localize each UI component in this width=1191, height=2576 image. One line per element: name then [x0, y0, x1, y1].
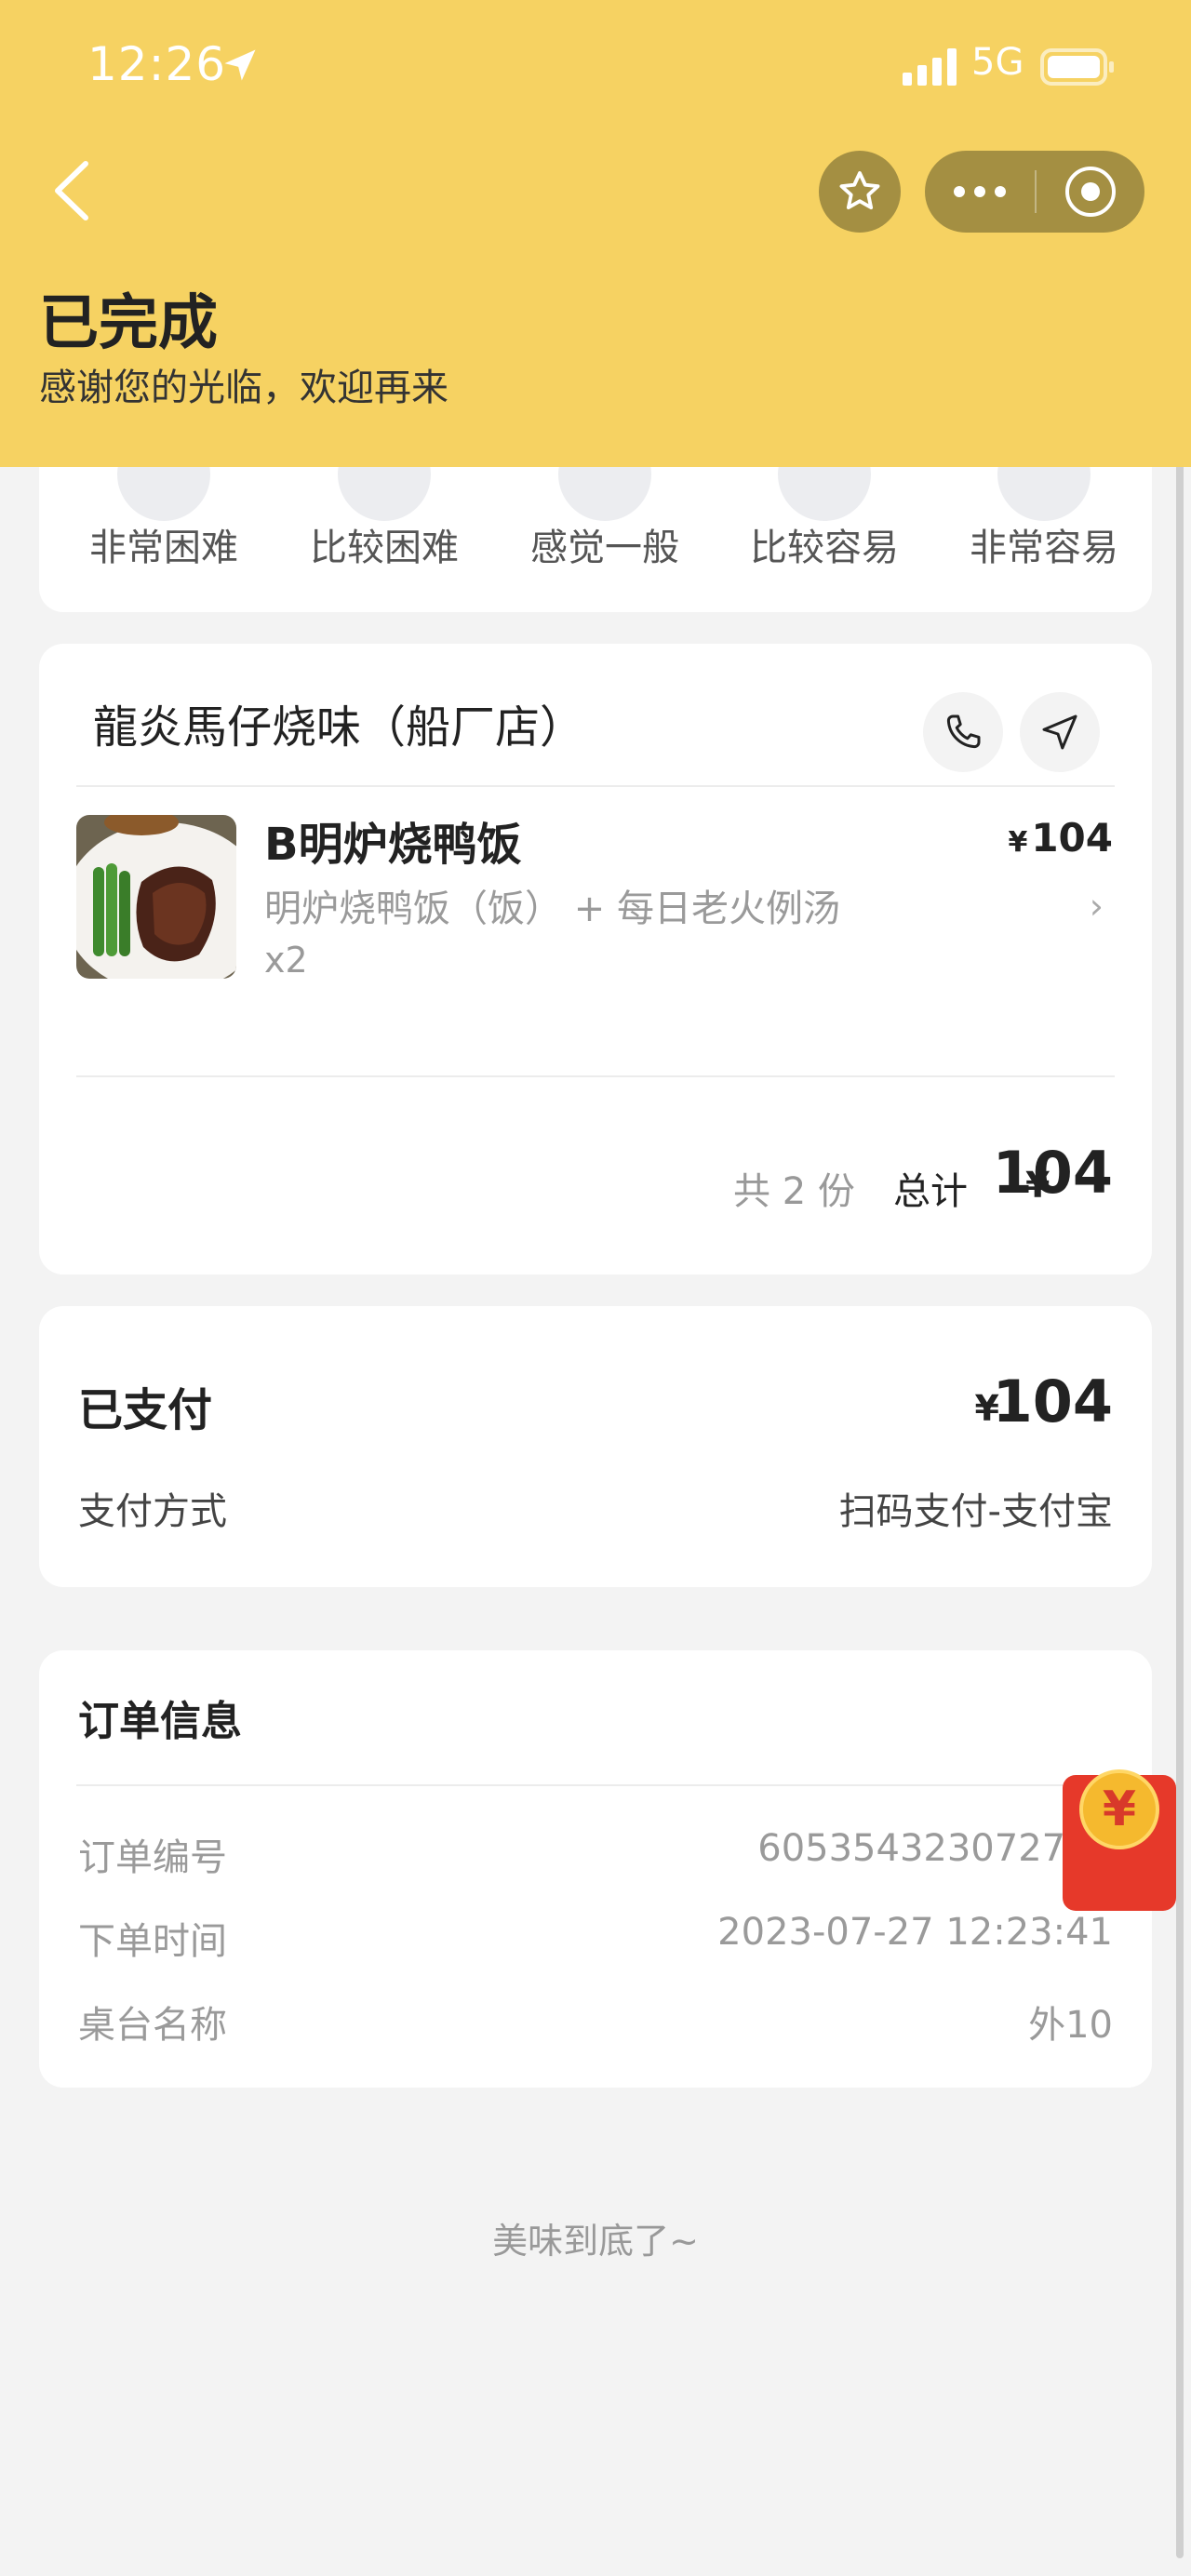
- red-packet-button[interactable]: ¥: [1063, 1769, 1176, 1911]
- order-time-value: 2023-07-27 12:23:41: [717, 1911, 1113, 1954]
- order-time-label: 下单时间: [78, 1920, 227, 1963]
- paid-label: 已支付: [78, 1384, 213, 1436]
- call-store-button[interactable]: [923, 692, 1003, 772]
- order-status-title: 已完成: [39, 289, 218, 358]
- dish-price: ¥104: [1008, 815, 1113, 861]
- currency-symbol: ¥: [1008, 826, 1028, 859]
- dish-price-value: 104: [1031, 815, 1113, 861]
- payment-card: 已支付 ¥ 104 支付方式 扫码支付-支付宝: [39, 1306, 1152, 1587]
- close-mini-program-button[interactable]: [1037, 151, 1144, 233]
- rating-label: 比较困难: [310, 527, 459, 569]
- signal-icon: [903, 48, 957, 86]
- order-info-title: 订单信息: [78, 1698, 242, 1745]
- divider: [76, 1784, 1115, 1786]
- total-amount: 104: [992, 1139, 1113, 1207]
- table-name-value: 外10: [1028, 2004, 1113, 2047]
- more-dots-icon: [954, 186, 1006, 197]
- order-number-label: 订单编号: [78, 1836, 227, 1879]
- rating-label: 比较容易: [750, 527, 899, 569]
- navigate-store-button[interactable]: [1020, 692, 1100, 772]
- yuan-coin-icon: ¥: [1079, 1769, 1159, 1849]
- payment-method-value: 扫码支付-支付宝: [838, 1490, 1113, 1533]
- divider: [76, 785, 1115, 787]
- dish-image: [76, 815, 236, 979]
- paid-amount: 104: [992, 1368, 1113, 1435]
- mini-program-capsule: [925, 151, 1144, 233]
- target-icon: [1065, 167, 1116, 217]
- status-time: 12:26: [87, 37, 227, 91]
- end-of-list-note: 美味到底了~: [492, 2221, 699, 2262]
- scrollbar[interactable]: [1176, 437, 1184, 2558]
- chevron-right-icon[interactable]: ›: [1090, 886, 1104, 927]
- rating-label: 非常困难: [89, 527, 238, 569]
- order-status-subtitle: 感谢您的光临，欢迎再来: [39, 367, 448, 409]
- phone-icon: [946, 714, 981, 749]
- dish-quantity: x2: [264, 940, 308, 981]
- rating-label: 非常容易: [970, 527, 1118, 569]
- store-name[interactable]: 龍炎馬仔烧味（船厂店）: [93, 690, 584, 755]
- dish-name: B明炉烧鸭饭: [264, 819, 522, 871]
- location-arrow-icon: [224, 49, 256, 81]
- payment-method-label: 支付方式: [78, 1490, 227, 1533]
- page-header: 12:26 5G 已完成 感谢您的光临，欢迎再来: [0, 0, 1191, 467]
- navigation-icon: [1042, 714, 1077, 750]
- more-button[interactable]: [925, 151, 1035, 233]
- order-number-value[interactable]: 605354323072700: [757, 1827, 1113, 1870]
- dish-options: 明炉烧鸭饭（饭） + 每日老火例汤: [264, 888, 840, 930]
- back-button[interactable]: [48, 158, 95, 223]
- favorite-button[interactable]: [819, 151, 901, 233]
- rating-label: 感觉一般: [530, 527, 679, 569]
- battery-icon: [1040, 48, 1114, 86]
- divider: [76, 1075, 1115, 1077]
- order-items-card: 龍炎馬仔烧味（船厂店） B明炉烧鸭饭 ¥104 明炉烧鸭饭（饭） + 每日老火例…: [39, 644, 1152, 1275]
- item-count: 共 2 份: [733, 1170, 855, 1213]
- network-type: 5G: [971, 41, 1024, 84]
- order-info-card: 订单信息 订单编号 605354323072700 下单时间 2023-07-2…: [39, 1650, 1152, 2088]
- table-name-label: 桌台名称: [78, 2004, 227, 2047]
- total-label: 总计: [893, 1170, 968, 1213]
- star-icon: [839, 171, 880, 210]
